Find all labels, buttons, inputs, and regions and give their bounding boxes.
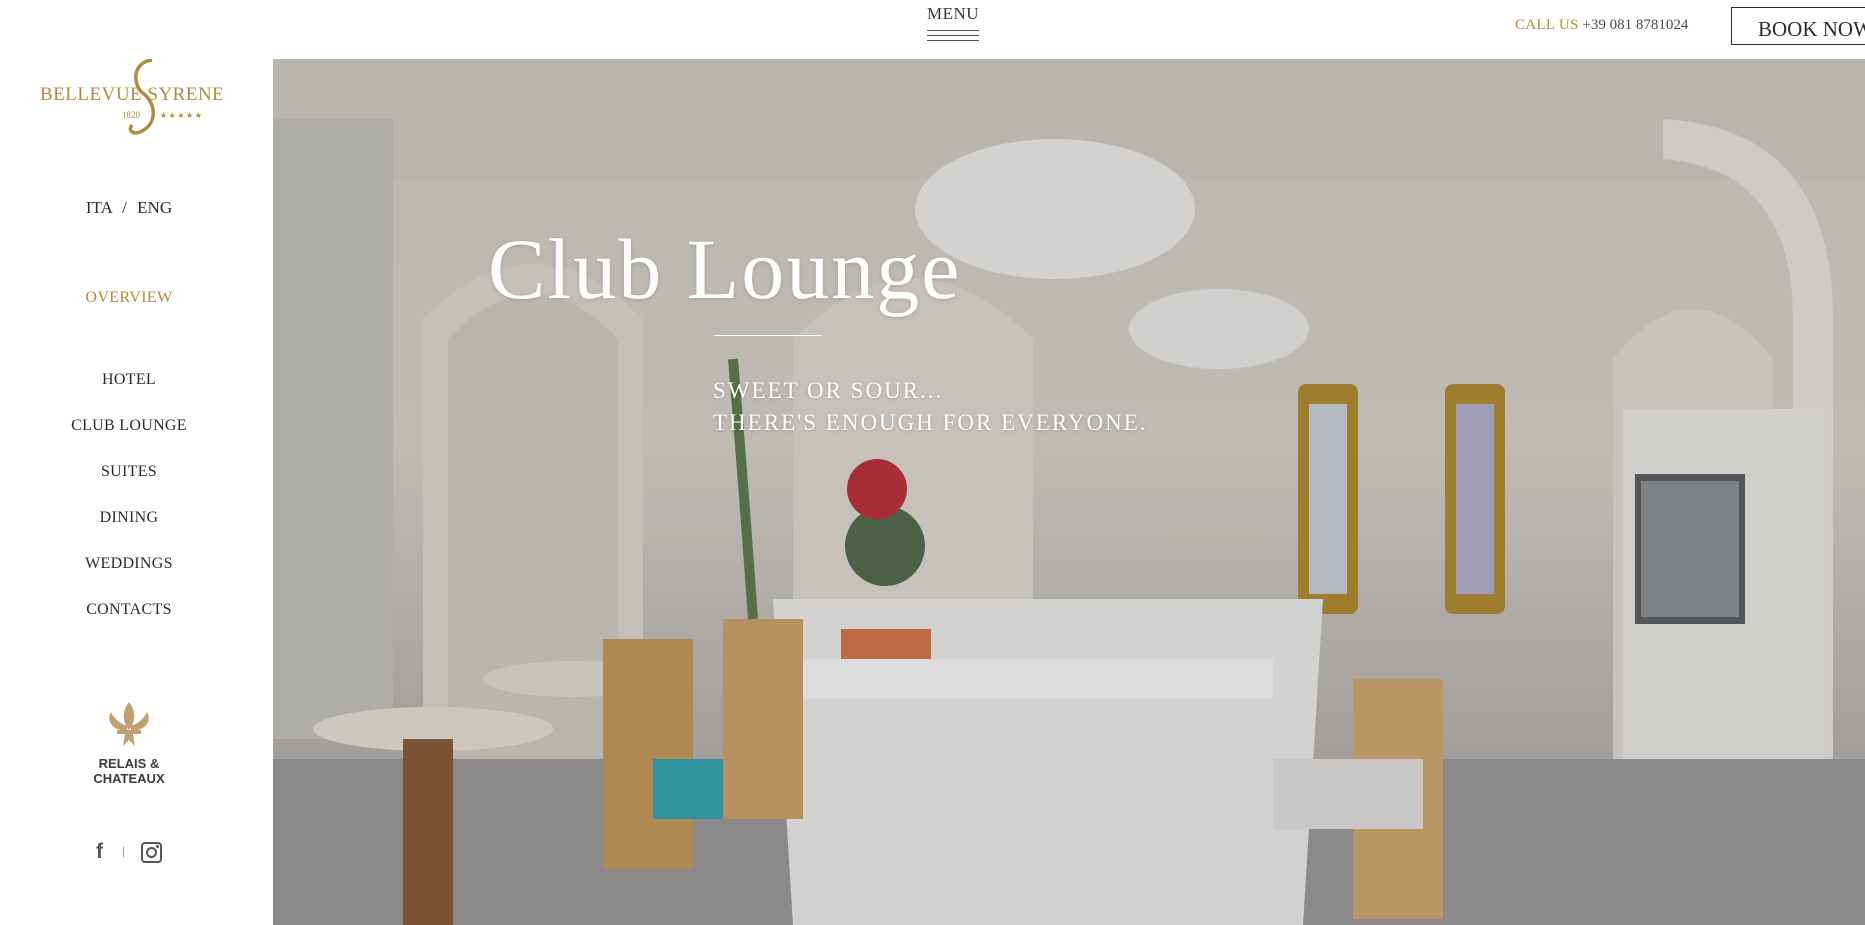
call-us-label: CALL US: [1515, 17, 1579, 33]
hotel-logo[interactable]: BELLEVUE SYRENE 1820 ★★★★★: [36, 52, 224, 142]
relais-line2: CHATEAUX: [93, 771, 165, 786]
phone-number-link[interactable]: +39 081 8781024: [1582, 17, 1688, 33]
relais-chateaux-logo[interactable]: RELAIS & CHATEAUX: [88, 700, 170, 785]
menu-button[interactable]: MENU: [926, 4, 980, 45]
hero-tagline: SWEET OR SOUR... THERE'S ENOUGH FOR EVER…: [713, 375, 1148, 439]
hero-banner: Club Lounge SWEET OR SOUR... THERE'S ENO…: [273, 59, 1865, 925]
logo-wordmark: BELLEVUE SYRENE: [40, 84, 222, 105]
page-title: Club Lounge: [488, 221, 962, 317]
menu-label: MENU: [926, 4, 980, 23]
call-us: CALL US +39 081 8781024: [1515, 17, 1688, 34]
relais-line1: RELAIS &: [98, 756, 160, 771]
hero-overlay: [273, 59, 1865, 925]
sidebar: BELLEVUE SYRENE 1820 ★★★★★ ITA / ENG OVE…: [0, 0, 273, 925]
tagline-line-2: THERE'S ENOUGH FOR EVERYONE.: [713, 410, 1148, 435]
top-bar: MENU CALL US +39 081 8781024 BOOK NOW: [0, 0, 1865, 59]
nav-item-suites[interactable]: SUITES: [0, 463, 258, 509]
instagram-icon[interactable]: [141, 842, 162, 863]
social-separator: |: [122, 843, 125, 858]
nav-item-dining[interactable]: DINING: [0, 509, 258, 555]
lang-eng-link[interactable]: ENG: [137, 198, 172, 217]
lang-ita-link[interactable]: ITA: [86, 198, 112, 217]
sidebar-nav: HOTEL CLUB LOUNGE SUITES DINING WEDDINGS…: [0, 371, 258, 647]
nav-item-hotel[interactable]: HOTEL: [0, 371, 258, 417]
logo-stars: ★★★★★: [160, 111, 203, 120]
hamburger-icon: [927, 30, 979, 41]
fleur-de-lis-icon: [109, 702, 149, 746]
logo-mark: BELLEVUE SYRENE 1820 ★★★★★: [40, 58, 224, 135]
nav-item-weddings[interactable]: WEDDINGS: [0, 555, 258, 601]
nav-item-contacts[interactable]: CONTACTS: [0, 601, 258, 647]
book-now-button[interactable]: BOOK NOW: [1731, 7, 1865, 45]
facebook-icon[interactable]: f: [96, 841, 103, 862]
language-switcher: ITA / ENG: [0, 198, 258, 218]
nav-item-club-lounge[interactable]: CLUB LOUNGE: [0, 417, 258, 463]
logo-year: 1820: [122, 110, 141, 120]
lang-separator: /: [122, 198, 127, 217]
nav-overview-link[interactable]: OVERVIEW: [0, 289, 258, 307]
social-links: f |: [96, 841, 166, 863]
tagline-line-1: SWEET OR SOUR...: [713, 378, 944, 403]
title-divider: [714, 335, 822, 336]
